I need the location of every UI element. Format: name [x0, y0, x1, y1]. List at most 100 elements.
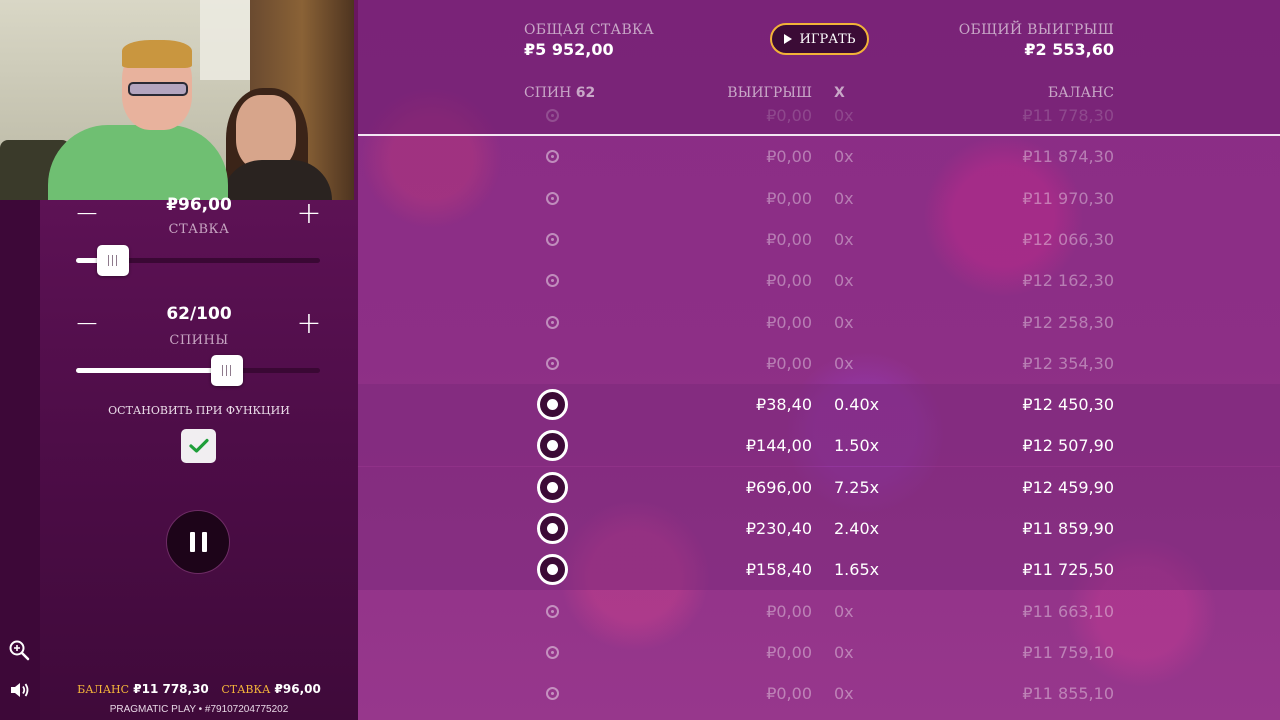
- history-row: ₽158,40 1.65x ₽11 725,50: [358, 549, 1280, 591]
- row-balance: ₽12 066,30: [1022, 229, 1114, 249]
- spin-marker-icon: [546, 150, 559, 164]
- total-bet-value: ₽5 952,00: [524, 40, 614, 59]
- footer-balance-bar: БАЛАНС ₽11 778,30 СТАВКА ₽96,00: [40, 682, 358, 696]
- stop-on-feature-checkbox[interactable]: [181, 429, 216, 463]
- row-multiplier: 0.40x: [834, 395, 880, 415]
- spins-slider-thumb[interactable]: [211, 355, 244, 386]
- row-multiplier: 0x: [834, 601, 854, 621]
- history-row: ₽0,00 0x ₽11 855,10: [358, 673, 1280, 714]
- spin-marker-icon: [546, 191, 559, 205]
- spin-marker-icon: [546, 315, 559, 329]
- spins-label: СПИНЫ: [169, 333, 229, 348]
- footer-bet-value: ₽96,00: [274, 682, 321, 696]
- row-multiplier: 0x: [834, 147, 854, 167]
- row-win: ₽0,00: [766, 229, 812, 249]
- history-row: ₽0,00 0x ₽11 970,30: [358, 178, 1280, 219]
- row-balance: ₽11 859,90: [1022, 519, 1114, 538]
- autoplay-panel: − ₽96,00 + СТАВКА − 62/100 + СПИНЫ ОСТАН…: [0, 0, 358, 720]
- history-row: ₽0,00 0x ₽12 066,30: [358, 219, 1280, 260]
- play-button-label: ИГРАТЬ: [799, 31, 856, 47]
- spin-marker-icon: [537, 430, 568, 462]
- row-multiplier: 1.65x: [834, 560, 880, 580]
- spin-marker-icon: [546, 645, 559, 659]
- spin-count: 62: [575, 85, 596, 101]
- win-column-header: ВЫИГРЫШ: [727, 85, 812, 101]
- row-multiplier: 2.40x: [834, 519, 880, 538]
- history-row: ₽696,00 7.25x ₽12 459,90: [358, 466, 1280, 508]
- spin-marker-icon: [546, 232, 559, 246]
- zoom-in-icon[interactable]: [8, 639, 30, 661]
- spin-marker-icon: [546, 604, 559, 618]
- footer-bet-label: СТАВКА: [221, 683, 271, 696]
- multiplier-column-header: X: [834, 85, 845, 101]
- check-icon: [188, 438, 209, 453]
- spin-history-panel: ОБЩАЯ СТАВКА ₽5 952,00 ИГРАТЬ ОБЩИЙ ВЫИГ…: [358, 0, 1280, 720]
- spin-marker-icon: [537, 554, 568, 586]
- row-multiplier: 0x: [834, 229, 854, 249]
- total-win-value: ₽2 553,60: [1024, 40, 1114, 59]
- row-multiplier: 0x: [834, 188, 854, 208]
- row-balance: ₽11 855,10: [1022, 684, 1114, 704]
- stop-on-feature-label: ОСТАНОВИТЬ ПРИ ФУНКЦИИ: [108, 404, 290, 417]
- bet-label: СТАВКА: [168, 222, 230, 237]
- spin-marker-icon: [537, 513, 568, 544]
- history-row: ₽0,00 0x ₽12 162,30: [358, 260, 1280, 301]
- row-win: ₽0,00: [766, 271, 812, 291]
- row-multiplier: 0x: [834, 312, 854, 332]
- history-row: ₽0,00 0x ₽11 759,10: [358, 632, 1280, 673]
- row-win: ₽0,00: [766, 642, 812, 662]
- row-balance: ₽12 162,30: [1022, 271, 1114, 291]
- row-multiplier: 7.25x: [834, 477, 880, 497]
- bet-slider-thumb[interactable]: [96, 245, 129, 276]
- balance-column-header: БАЛАНС: [1047, 85, 1114, 101]
- row-balance: ₽12 507,90: [1022, 436, 1114, 456]
- spin-marker-icon: [546, 356, 559, 370]
- total-bet-label: ОБЩАЯ СТАВКА: [524, 22, 655, 38]
- row-win: ₽0,00: [766, 684, 812, 704]
- row-win: ₽0,00: [766, 601, 812, 621]
- history-row: ₽0,00 0x ₽11 874,30: [358, 136, 1280, 177]
- webcam-overlay: [0, 0, 354, 200]
- history-row: ₽0,00 0x ₽12 354,30: [358, 343, 1280, 384]
- pause-icon: [189, 532, 195, 552]
- history-row: ₽230,40 2.40x ₽11 859,90: [358, 508, 1280, 549]
- play-icon: [783, 34, 792, 44]
- row-balance: ₽11 874,30: [1022, 147, 1114, 167]
- row-balance: ₽11 725,50: [1022, 560, 1114, 580]
- spin-marker-icon: [546, 274, 559, 288]
- spin-marker-icon: [537, 471, 568, 503]
- row-win: ₽0,00: [766, 312, 812, 332]
- row-win: ₽158,40: [745, 560, 812, 580]
- pause-button[interactable]: [166, 510, 230, 574]
- footer-balance-value: ₽11 778,30: [133, 682, 209, 696]
- spin-marker-icon: [546, 687, 559, 701]
- provider-info: PRAGMATIC PLAY • #79107204775202: [109, 704, 289, 715]
- footer-balance-label: БАЛАНС: [77, 683, 130, 696]
- header-divider: [358, 134, 1280, 136]
- row-win: ₽230,40: [745, 519, 812, 538]
- spin-column-header: СПИН 62: [524, 85, 595, 101]
- row-multiplier: 0x: [834, 271, 854, 291]
- row-balance: ₽11 663,10: [1022, 601, 1114, 621]
- spin-marker-icon: [537, 389, 568, 421]
- row-multiplier: 1.50x: [834, 436, 880, 456]
- play-button[interactable]: ИГРАТЬ: [770, 23, 869, 55]
- row-multiplier: 0x: [834, 353, 854, 373]
- row-multiplier: 0x: [834, 684, 854, 704]
- history-row: ₽0,00 0x ₽11 663,10: [358, 591, 1280, 632]
- row-win: ₽0,00: [766, 353, 812, 373]
- row-balance: ₽12 258,30: [1022, 312, 1114, 332]
- row-win: ₽696,00: [745, 477, 812, 497]
- row-win: ₽144,00: [745, 436, 812, 456]
- history-row: ₽38,40 0.40x ₽12 450,30: [358, 384, 1280, 426]
- row-balance: ₽11 759,10: [1022, 642, 1114, 662]
- row-multiplier: 0x: [834, 642, 854, 662]
- row-balance: ₽12 459,90: [1022, 477, 1114, 497]
- speaker-icon[interactable]: [8, 679, 30, 701]
- spins-slider[interactable]: [76, 355, 320, 386]
- history-row: ₽0,00 0x ₽12 258,30: [358, 302, 1280, 343]
- bet-slider[interactable]: [76, 245, 320, 276]
- row-balance: ₽12 354,30: [1022, 353, 1114, 373]
- row-balance: ₽11 970,30: [1022, 188, 1114, 208]
- row-win: ₽0,00: [766, 147, 812, 167]
